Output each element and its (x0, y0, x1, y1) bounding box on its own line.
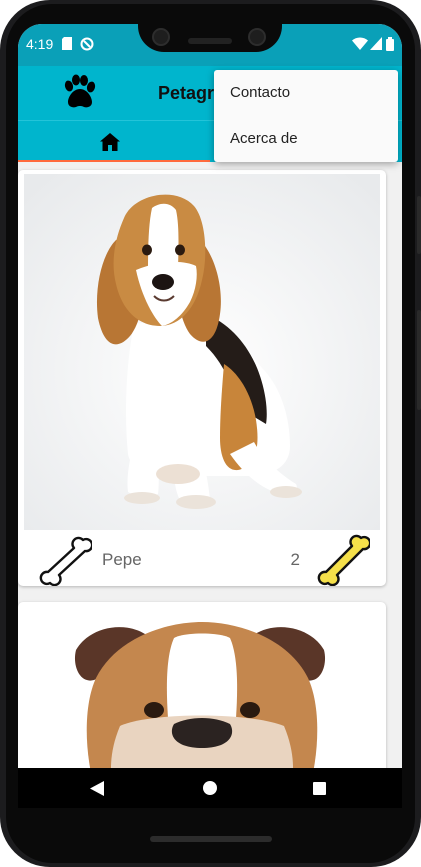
phone-frame: 4:19 Petagram Pepe 2 Contacto Acerca de (0, 0, 421, 867)
pet-card (18, 602, 386, 782)
status-time: 4:19 (26, 36, 54, 52)
wifi-icon (352, 37, 368, 55)
pet-card: Pepe 2 (18, 170, 386, 586)
system-nav-bar (18, 768, 402, 808)
recents-icon[interactable] (313, 782, 326, 795)
earpiece (188, 38, 232, 44)
home-tab[interactable] (100, 133, 120, 156)
overflow-menu: Contacto Acerca de (214, 70, 398, 162)
notch (138, 24, 282, 52)
front-camera-2 (248, 28, 266, 46)
back-icon[interactable] (90, 781, 104, 801)
beagle-image (24, 174, 380, 530)
bone-outline-icon[interactable] (34, 532, 94, 586)
pet-feed[interactable]: Pepe 2 (18, 162, 402, 782)
battery-icon (386, 37, 394, 56)
paw-icon (60, 74, 98, 117)
bulldog-image (24, 606, 380, 782)
volume-button (417, 196, 421, 254)
bone-filled-icon (312, 530, 372, 586)
home-nav-icon[interactable] (203, 781, 217, 795)
home-icon (100, 133, 120, 151)
power-button (417, 310, 421, 410)
pet-photo-beagle (24, 174, 380, 530)
front-camera (152, 28, 170, 46)
pet-name: Pepe (102, 550, 142, 569)
signal-icon (370, 37, 382, 55)
pet-photo-bulldog (24, 606, 380, 782)
data-saver-icon (80, 37, 94, 56)
pet-card-footer: Pepe 2 (18, 530, 386, 586)
menu-item-acerca-de[interactable]: Acerca de (214, 116, 398, 162)
screen: 4:19 Petagram Pepe 2 Contacto Acerca de (18, 24, 402, 808)
menu-item-contacto[interactable]: Contacto (214, 70, 398, 116)
status-bar: 4:19 (18, 24, 402, 66)
sd-card-icon (62, 37, 72, 55)
bottom-speaker (150, 836, 272, 842)
like-count: 2 (290, 550, 300, 569)
